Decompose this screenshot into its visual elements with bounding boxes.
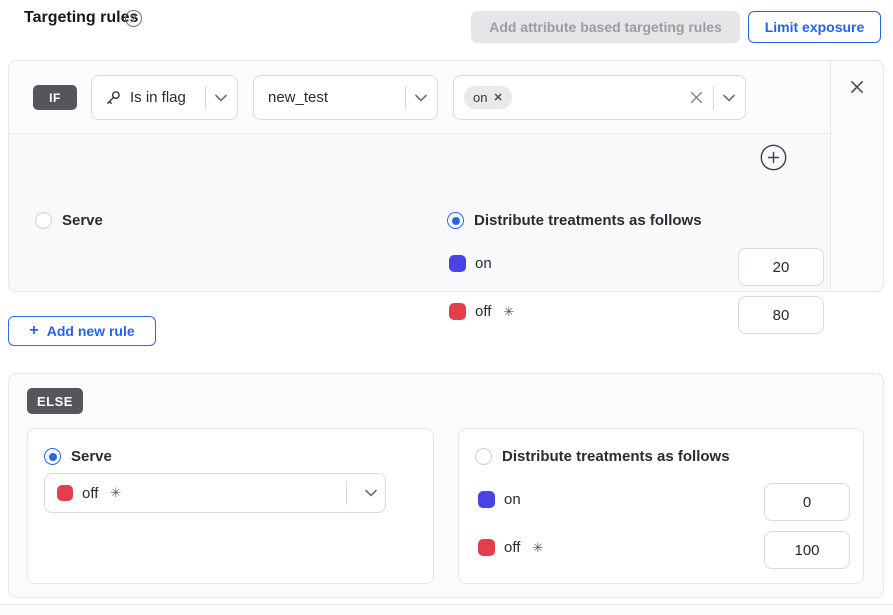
targeting-rules-panel: Targeting rules ? Add attribute based ta… (0, 0, 893, 615)
else-serve-treatment-select[interactable]: off ✳ (44, 473, 386, 513)
plus-icon: + (29, 322, 38, 340)
else-distribute-card: Distribute treatments as follows on off … (458, 428, 864, 584)
treatment-row: on (478, 491, 533, 508)
flag-key-icon (104, 89, 122, 107)
else-serve-option-label: Serve (71, 448, 112, 465)
treatment-name: on (504, 491, 521, 508)
matcher-select-value: Is in flag (130, 89, 186, 106)
treatment-name: off (82, 485, 98, 502)
page-title: Targeting rules (24, 9, 138, 27)
treatment-chip-label: on (473, 90, 487, 105)
flag-select-value: new_test (268, 89, 328, 106)
add-condition-button[interactable] (760, 144, 787, 171)
treatment-name: off (504, 539, 520, 556)
treatment-color-swatch (57, 485, 73, 501)
treatment-percentage-input[interactable] (738, 248, 824, 286)
if-badge: IF (33, 85, 77, 110)
treatment-color-swatch (449, 303, 466, 320)
serve-radio[interactable] (35, 212, 52, 229)
default-treatment-marker: ✳ (110, 485, 121, 501)
distribute-radio[interactable] (447, 212, 464, 229)
rule-main: IF Is in flag new_test (9, 61, 830, 291)
rule-card: IF Is in flag new_test (8, 60, 884, 292)
add-new-rule-label: Add new rule (47, 323, 135, 339)
treatment-multiselect[interactable]: on ✕ (453, 75, 746, 120)
treatment-percentage-input[interactable] (764, 483, 850, 521)
limit-exposure-button[interactable]: Limit exposure (748, 11, 881, 43)
else-distribute-option-label: Distribute treatments as follows (502, 448, 730, 465)
flag-select[interactable]: new_test (253, 75, 438, 120)
rule-side-column (830, 61, 883, 291)
add-new-rule-button[interactable]: + Add new rule (8, 316, 156, 346)
help-icon[interactable]: ? (125, 10, 142, 27)
matcher-select[interactable]: Is in flag (91, 75, 238, 120)
treatment-name: on (475, 255, 492, 272)
else-distribute-radio[interactable] (475, 448, 492, 465)
serve-option[interactable]: Serve (35, 212, 103, 229)
treatment-row: on (449, 255, 504, 272)
distribute-option[interactable]: Distribute treatments as follows (447, 212, 702, 229)
divider (205, 86, 206, 110)
chevron-down-icon (415, 94, 427, 102)
treatment-row: off ✳ (478, 539, 543, 556)
serve-option-label: Serve (62, 212, 103, 229)
divider (405, 86, 406, 110)
section-divider (0, 604, 893, 615)
else-serve-option[interactable]: Serve (44, 448, 112, 465)
clear-selection-icon[interactable] (689, 90, 704, 105)
default-treatment-marker: ✳ (532, 540, 543, 556)
default-treatment-marker: ✳ (503, 304, 514, 320)
else-card: ELSE Serve off ✳ Distribute treatments a… (8, 373, 884, 598)
treatment-name: off (475, 303, 491, 320)
chevron-down-icon (723, 94, 735, 102)
treatment-chip: on ✕ (464, 86, 512, 109)
else-serve-card: Serve off ✳ (27, 428, 434, 584)
treatment-color-swatch (478, 539, 495, 556)
divider (713, 86, 714, 110)
chip-remove-icon[interactable]: ✕ (493, 91, 502, 104)
chevron-down-icon (365, 489, 377, 497)
divider (346, 481, 347, 505)
treatment-percentage-input[interactable] (738, 296, 824, 334)
else-badge: ELSE (27, 388, 83, 414)
else-serve-radio[interactable] (44, 448, 61, 465)
treatment-row: off ✳ (449, 303, 514, 320)
treatment-color-swatch (478, 491, 495, 508)
delete-rule-icon[interactable] (848, 78, 866, 96)
else-distribute-option[interactable]: Distribute treatments as follows (475, 448, 730, 465)
chevron-down-icon (215, 94, 227, 102)
treatment-percentage-input[interactable] (764, 531, 850, 569)
distribute-option-label: Distribute treatments as follows (474, 212, 702, 229)
add-attribute-rules-button[interactable]: Add attribute based targeting rules (471, 11, 740, 43)
treatment-color-swatch (449, 255, 466, 272)
